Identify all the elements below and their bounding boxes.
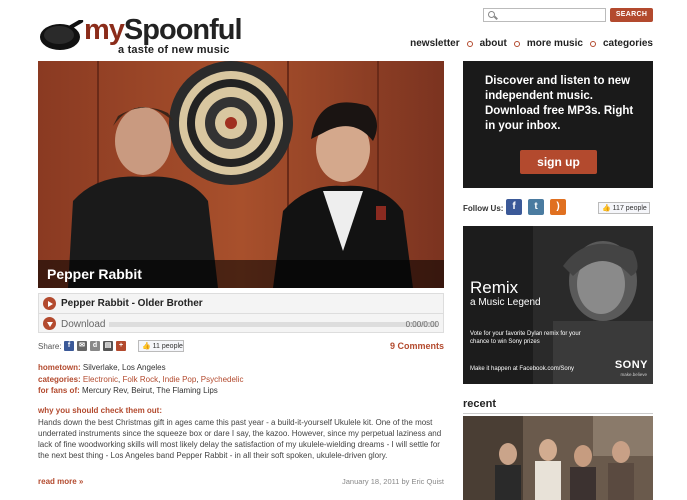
play-icon[interactable] xyxy=(43,297,56,310)
sidebar-like-button[interactable]: 👍 117 people xyxy=(598,202,650,214)
post-date: January 18, 2011 by Eric Quist xyxy=(342,477,444,486)
read-more-link[interactable]: read more » xyxy=(38,477,83,486)
sony-tagline: make.believe xyxy=(620,372,647,377)
thumbs-up-icon: 👍 xyxy=(142,343,151,350)
signup-button[interactable]: sign up xyxy=(520,150,597,174)
category-link[interactable]: Psychedelic xyxy=(201,375,244,384)
why-title: why you should check them out: xyxy=(38,406,163,415)
like-count: 11 people xyxy=(152,343,183,350)
ad-copy: Vote for your favorite Dylan remix for y… xyxy=(470,331,581,345)
recent-divider xyxy=(463,413,653,414)
facebook-share-icon[interactable]: f xyxy=(64,341,74,351)
download-link[interactable]: Download xyxy=(61,319,105,330)
fans-row: for fans of: Mercury Rev, Beirut, The Fl… xyxy=(38,385,444,397)
nav-about[interactable]: about xyxy=(480,38,507,49)
logo-wordmark: mySpoonful xyxy=(84,14,243,46)
thumbs-up-icon: 👍 xyxy=(602,205,611,212)
share-row: Share: f ✉ d ▤ + 👍 11 people 9 Comments xyxy=(38,340,444,354)
nav-categories[interactable]: categories xyxy=(603,38,653,49)
signup-text: Discover and listen to new independent m… xyxy=(485,75,634,132)
hometown-value: Silverlake, Los Angeles xyxy=(82,363,166,372)
search-input[interactable] xyxy=(498,10,602,20)
article-body: Hands down the best Christmas gift in ag… xyxy=(38,418,442,460)
follow-us-row: Follow Us: f t ) 👍 117 people xyxy=(463,199,653,217)
search-box[interactable] xyxy=(483,8,606,22)
hero-title[interactable]: Pepper Rabbit xyxy=(47,266,142,282)
recent-post-thumbnail[interactable] xyxy=(463,416,653,500)
categories-label: categories: xyxy=(38,374,81,384)
player-time: 0:00/0:00 xyxy=(405,320,439,329)
download-icon[interactable] xyxy=(43,317,56,330)
band-photo xyxy=(38,61,444,288)
follow-label: Follow Us: xyxy=(463,204,504,213)
email-share-icon[interactable]: ✉ xyxy=(77,341,87,351)
rss-icon[interactable]: ) xyxy=(550,199,566,215)
recent-band-photo xyxy=(463,416,653,500)
main-nav: newsletter about more music categories xyxy=(410,38,653,49)
category-link[interactable]: Electronic xyxy=(83,375,118,384)
hometown-label: hometown: xyxy=(38,363,81,372)
hero-image[interactable]: Pepper Rabbit xyxy=(38,61,444,288)
logo-tagline: a taste of new music xyxy=(118,44,230,56)
share-label: Share: xyxy=(38,342,62,351)
digg-share-icon[interactable]: d xyxy=(90,341,100,351)
category-link[interactable]: Indie Pop xyxy=(163,375,197,384)
artist-info: hometown: Silverlake, Los Angeles catego… xyxy=(38,362,444,397)
hometown-row: hometown: Silverlake, Los Angeles xyxy=(38,362,444,374)
search-icon xyxy=(488,11,495,18)
like-button[interactable]: 👍 11 people xyxy=(138,340,184,352)
frying-pan-icon xyxy=(40,20,84,50)
fans-value: Mercury Rev, Beirut, The Flaming Lips xyxy=(82,386,218,395)
category-link[interactable]: Folk Rock xyxy=(123,375,159,384)
categories-row: categories: Electronic, Folk Rock, Indie… xyxy=(38,374,244,384)
newsletter-signup-box: Discover and listen to new independent m… xyxy=(463,61,653,188)
nav-separator-icon xyxy=(589,40,596,47)
site-logo[interactable]: mySpoonful a taste of new music xyxy=(38,14,243,58)
fans-label: for fans of: xyxy=(38,386,80,395)
nav-more-music[interactable]: more music xyxy=(527,38,583,49)
track-title: Pepper Rabbit - Older Brother xyxy=(61,298,203,309)
logo-my: my xyxy=(84,14,125,46)
nav-newsletter[interactable]: newsletter xyxy=(410,38,459,49)
sony-logo: SONY xyxy=(614,359,648,371)
nav-separator-icon xyxy=(513,40,520,47)
ad-cta: Make it happen at Facebook.com/Sony xyxy=(470,366,575,372)
progress-bar[interactable] xyxy=(109,322,437,327)
sidebar-like-count: 117 people xyxy=(612,205,647,212)
more-share-icon[interactable]: + xyxy=(116,341,126,351)
logo-spoonful: Spoonful xyxy=(123,14,243,46)
nav-separator-icon xyxy=(466,40,473,47)
print-share-icon[interactable]: ▤ xyxy=(103,341,113,351)
audio-player: Pepper Rabbit - Older Brother Download 0… xyxy=(38,293,444,333)
search-button[interactable]: SEARCH xyxy=(610,8,653,22)
recent-heading: recent xyxy=(463,398,497,410)
ad-subtitle: a Music Legend xyxy=(470,297,541,308)
facebook-icon[interactable]: f xyxy=(506,199,522,215)
ad-title: Remix xyxy=(470,278,519,297)
twitter-icon[interactable]: t xyxy=(528,199,544,215)
sony-remix-ad[interactable]: Remix a Music Legend Vote for your favor… xyxy=(463,226,653,384)
comments-link[interactable]: 9 Comments xyxy=(390,341,444,351)
